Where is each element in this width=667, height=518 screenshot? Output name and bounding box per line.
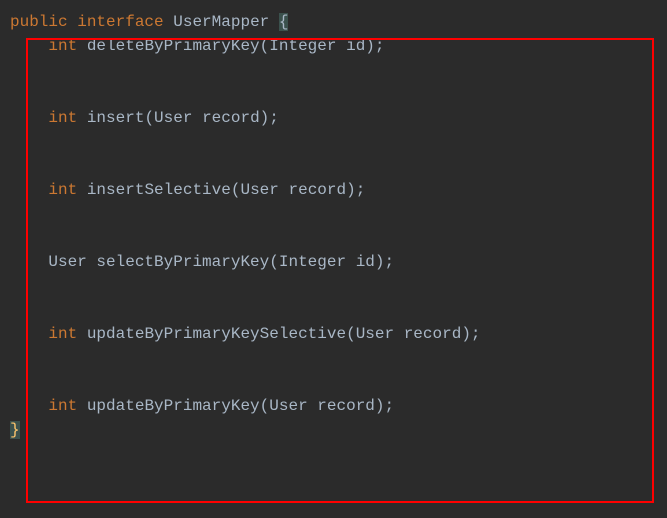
- param-type: User: [356, 325, 394, 343]
- paren-open: (: [269, 253, 279, 271]
- blank-line: [10, 274, 657, 298]
- method-name: updateByPrimaryKeySelective: [87, 325, 346, 343]
- interface-declaration-line: public interface UserMapper {: [10, 10, 657, 34]
- param-type: User: [240, 181, 278, 199]
- blank-line: [10, 58, 657, 82]
- paren-open: (: [346, 325, 356, 343]
- param-type: User: [269, 397, 307, 415]
- blank-line: [10, 298, 657, 322]
- blank-line: [10, 370, 657, 394]
- paren-close: ): [375, 253, 385, 271]
- method-name: insertSelective: [87, 181, 231, 199]
- semicolon: ;: [269, 109, 279, 127]
- blank-line: [10, 154, 657, 178]
- paren-close: ): [365, 37, 375, 55]
- semicolon: ;: [385, 397, 395, 415]
- method-line: int updateByPrimaryKeySelective(User rec…: [10, 322, 657, 346]
- paren-close: ): [260, 109, 270, 127]
- interface-keyword: interface: [77, 13, 163, 31]
- open-brace: {: [279, 13, 289, 31]
- return-type: int: [48, 181, 77, 199]
- semicolon: ;: [471, 325, 481, 343]
- param-type: Integer: [269, 37, 336, 55]
- method-name: insert: [87, 109, 145, 127]
- param-type: User: [154, 109, 192, 127]
- paren-open: (: [260, 37, 270, 55]
- paren-close: ): [375, 397, 385, 415]
- param-name: record: [404, 325, 462, 343]
- semicolon: ;: [375, 37, 385, 55]
- method-name: selectByPrimaryKey: [96, 253, 269, 271]
- return-type: int: [48, 109, 77, 127]
- param-name: record: [317, 397, 375, 415]
- blank-line: [10, 82, 657, 106]
- paren-close: ): [346, 181, 356, 199]
- code-editor: public interface UserMapper { int delete…: [10, 10, 657, 442]
- paren-open: (: [260, 397, 270, 415]
- interface-name: UserMapper: [173, 13, 269, 31]
- access-modifier: public: [10, 13, 68, 31]
- method-line: User selectByPrimaryKey(Integer id);: [10, 250, 657, 274]
- semicolon: ;: [356, 181, 366, 199]
- param-name: id: [356, 253, 375, 271]
- close-brace-line: }: [10, 418, 657, 442]
- param-type: Integer: [279, 253, 346, 271]
- blank-line: [10, 202, 657, 226]
- param-name: record: [202, 109, 260, 127]
- method-name: updateByPrimaryKey: [87, 397, 260, 415]
- param-name: record: [288, 181, 346, 199]
- paren-open: (: [144, 109, 154, 127]
- method-line: int deleteByPrimaryKey(Integer id);: [10, 34, 657, 58]
- paren-close: ): [461, 325, 471, 343]
- return-type: int: [48, 37, 77, 55]
- method-line: int insertSelective(User record);: [10, 178, 657, 202]
- param-name: id: [346, 37, 365, 55]
- close-brace: }: [10, 421, 20, 439]
- return-type: int: [48, 397, 77, 415]
- blank-line: [10, 226, 657, 250]
- return-type: User: [48, 253, 86, 271]
- blank-line: [10, 346, 657, 370]
- method-name: deleteByPrimaryKey: [87, 37, 260, 55]
- method-line: int insert(User record);: [10, 106, 657, 130]
- return-type: int: [48, 325, 77, 343]
- blank-line: [10, 130, 657, 154]
- method-line: int updateByPrimaryKey(User record);: [10, 394, 657, 418]
- semicolon: ;: [385, 253, 395, 271]
